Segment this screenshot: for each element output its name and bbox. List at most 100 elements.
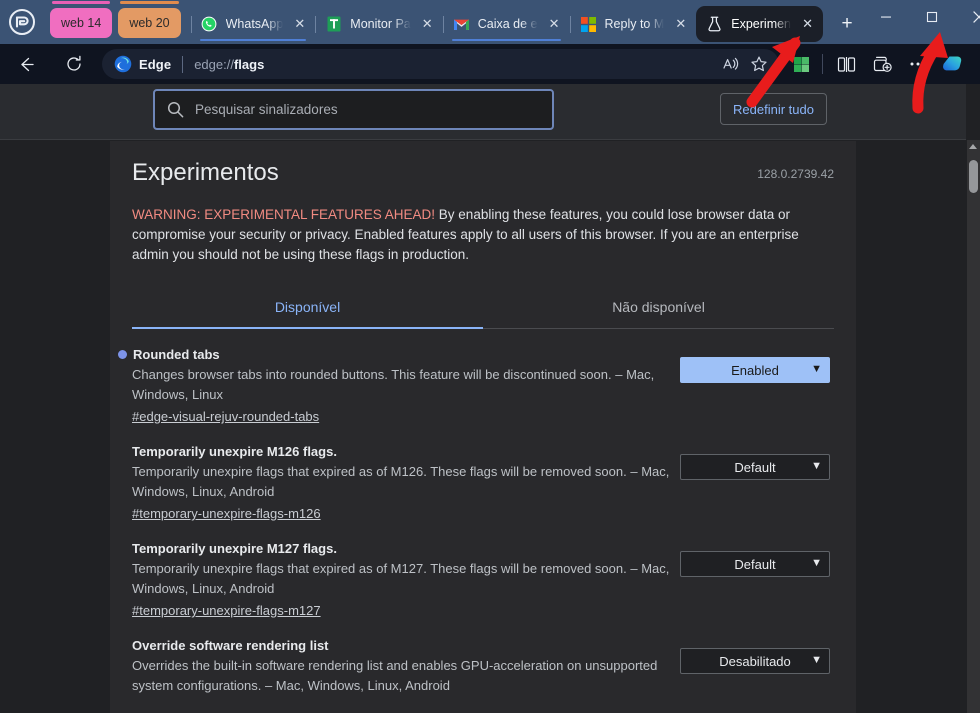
- copilot-icon[interactable]: [936, 49, 972, 79]
- flag-description: Temporarily unexpire flags that expired …: [132, 561, 670, 596]
- window-controls: [863, 0, 980, 44]
- omnibox-divider: [182, 55, 184, 73]
- tab-monitor-pa[interactable]: Monitor Pa ✕: [315, 7, 442, 41]
- flag-text-block: Override software rendering list Overrid…: [132, 638, 680, 696]
- flag-item: Rounded tabs Changes browser tabs into r…: [118, 329, 834, 426]
- flag-title: Override software rendering list: [132, 638, 329, 653]
- flag-state-select[interactable]: Default: [680, 551, 830, 577]
- refresh-button[interactable]: [56, 49, 92, 79]
- browser-version: 128.0.2739.42: [757, 167, 834, 181]
- browser-toolbar: Edge edge://flags: [0, 44, 980, 84]
- tab-title: WhatsApp: [225, 17, 284, 31]
- flag-text-block: Temporarily unexpire M126 flags. Tempora…: [132, 444, 680, 523]
- minimize-button[interactable]: [863, 0, 909, 34]
- flag-permalink[interactable]: #temporary-unexpire-flags-m126: [132, 506, 321, 521]
- edge-logo-icon: [114, 55, 132, 73]
- flag-title-row: Rounded tabs: [118, 347, 680, 362]
- warning-headline: WARNING: EXPERIMENTAL FEATURES AHEAD!: [132, 207, 436, 222]
- flag-title: Temporarily unexpire M126 flags.: [132, 444, 337, 459]
- settings-and-more-button[interactable]: [900, 49, 936, 79]
- tab-close-icon[interactable]: ✕: [418, 15, 437, 34]
- new-tab-button[interactable]: +: [831, 8, 863, 40]
- tab-caixa-de-entrada[interactable]: Caixa de e ✕: [442, 7, 570, 41]
- tab-close-icon[interactable]: ✕: [671, 15, 690, 34]
- tab-group-label: web 20: [129, 16, 170, 30]
- page-scrollbar[interactable]: [966, 84, 980, 713]
- flag-select-wrapper: Default ▼: [680, 551, 830, 577]
- tab-whatsapp[interactable]: WhatsApp ✕: [190, 7, 316, 41]
- tab-experimentos[interactable]: Experimen ✕: [696, 6, 824, 42]
- experimental-warning: WARNING: EXPERIMENTAL FEATURES AHEAD! By…: [132, 205, 834, 265]
- tab-group-label: web 14: [61, 16, 102, 30]
- reset-all-button[interactable]: Redefinir tudo: [720, 93, 827, 125]
- tab-title: Caixa de e: [477, 17, 538, 31]
- flag-description: Temporarily unexpire flags that expired …: [132, 464, 670, 499]
- tab-unavailable[interactable]: Não disponível: [483, 289, 834, 328]
- flag-description: Changes browser tabs into rounded button…: [132, 367, 655, 402]
- flags-content-column: Experimentos 128.0.2739.42 WARNING: EXPE…: [110, 141, 856, 713]
- flag-title-row: Temporarily unexpire M127 flags.: [132, 541, 680, 556]
- flag-item: Override software rendering list Overrid…: [132, 620, 834, 696]
- flags-page-body: Experimentos 128.0.2739.42 WARNING: EXPE…: [0, 141, 966, 713]
- browser-tab-strip: web 14 web 20 WhatsApp ✕ Monitor Pa ✕ Ca…: [0, 0, 980, 44]
- url-path: flags: [233, 56, 265, 72]
- tab-available[interactable]: Disponível: [132, 289, 483, 328]
- tab-group-web20[interactable]: web 20: [118, 1, 181, 38]
- split-screen-icon[interactable]: [828, 49, 864, 79]
- microsoft-icon: [580, 16, 597, 33]
- page-title: Experimentos: [132, 159, 279, 186]
- flag-description: Overrides the built-in software renderin…: [132, 658, 658, 693]
- url-text: edge://flags: [194, 57, 717, 72]
- flag-title: Rounded tabs: [133, 347, 220, 362]
- gmail-icon: [453, 16, 470, 33]
- flag-permalink[interactable]: #edge-visual-rejuv-rounded-tabs: [132, 409, 319, 424]
- scrollbar-thumb[interactable]: [968, 160, 978, 193]
- flag-select-wrapper: Default ▼: [680, 454, 830, 480]
- tab-close-icon[interactable]: ✕: [545, 15, 564, 34]
- search-icon: [167, 101, 185, 118]
- flask-icon: [706, 16, 723, 33]
- flag-state-select[interactable]: Desabilitado: [680, 648, 830, 674]
- whatsapp-icon: [201, 16, 218, 33]
- read-aloud-icon[interactable]: [717, 51, 745, 77]
- tab-group-line: [52, 1, 111, 4]
- flag-state-select[interactable]: Default: [680, 454, 830, 480]
- scrollbar-track[interactable]: [967, 140, 980, 713]
- flag-modified-dot-icon: [118, 350, 127, 359]
- flag-text-block: Rounded tabs Changes browser tabs into r…: [118, 347, 680, 426]
- flag-select-wrapper: Desabilitado ▼: [680, 648, 830, 674]
- omnibox-brand-label: Edge: [139, 56, 172, 72]
- flag-title-row: Temporarily unexpire M126 flags.: [132, 444, 680, 459]
- tab-group-line: [120, 1, 179, 4]
- extensions-icon[interactable]: [785, 49, 817, 79]
- flag-text-block: Temporarily unexpire M127 flags. Tempora…: [132, 541, 680, 620]
- toolbar-divider: [822, 54, 823, 74]
- tab-close-icon[interactable]: ✕: [798, 15, 817, 34]
- tab-title: Monitor Pa: [350, 17, 411, 31]
- search-input[interactable]: [195, 102, 540, 117]
- tab-group-web14[interactable]: web 14: [50, 1, 113, 38]
- url-prefix: edge://: [194, 56, 234, 72]
- maximize-button[interactable]: [909, 0, 955, 34]
- close-window-button[interactable]: [955, 0, 980, 34]
- back-button[interactable]: [8, 49, 44, 79]
- address-bar[interactable]: Edge edge://flags: [102, 49, 779, 79]
- collections-icon[interactable]: [864, 49, 900, 79]
- flags-tablist: Disponível Não disponível: [132, 289, 834, 329]
- tab-loaded-underline: [199, 39, 307, 41]
- tab-reply-to-m[interactable]: Reply to M ✕: [569, 7, 697, 41]
- tab-title: Experimen: [731, 17, 792, 31]
- favorite-star-icon[interactable]: [745, 51, 773, 77]
- browser-logo-icon: [0, 0, 44, 44]
- flag-select-wrapper: Enabled ▼: [680, 357, 830, 383]
- sheets-icon: [325, 16, 342, 33]
- flag-title-row: Override software rendering list: [132, 638, 680, 653]
- flag-state-select[interactable]: Enabled: [680, 357, 830, 383]
- flag-permalink[interactable]: #temporary-unexpire-flags-m127: [132, 603, 321, 618]
- flag-item: Temporarily unexpire M126 flags. Tempora…: [132, 426, 834, 523]
- search-flags-box[interactable]: [153, 89, 554, 130]
- tab-close-icon[interactable]: ✕: [290, 15, 309, 34]
- page-header-row: Experimentos 128.0.2739.42: [132, 159, 834, 187]
- scroll-up-arrow-icon[interactable]: [969, 144, 977, 149]
- tab-title: Reply to M: [604, 17, 665, 31]
